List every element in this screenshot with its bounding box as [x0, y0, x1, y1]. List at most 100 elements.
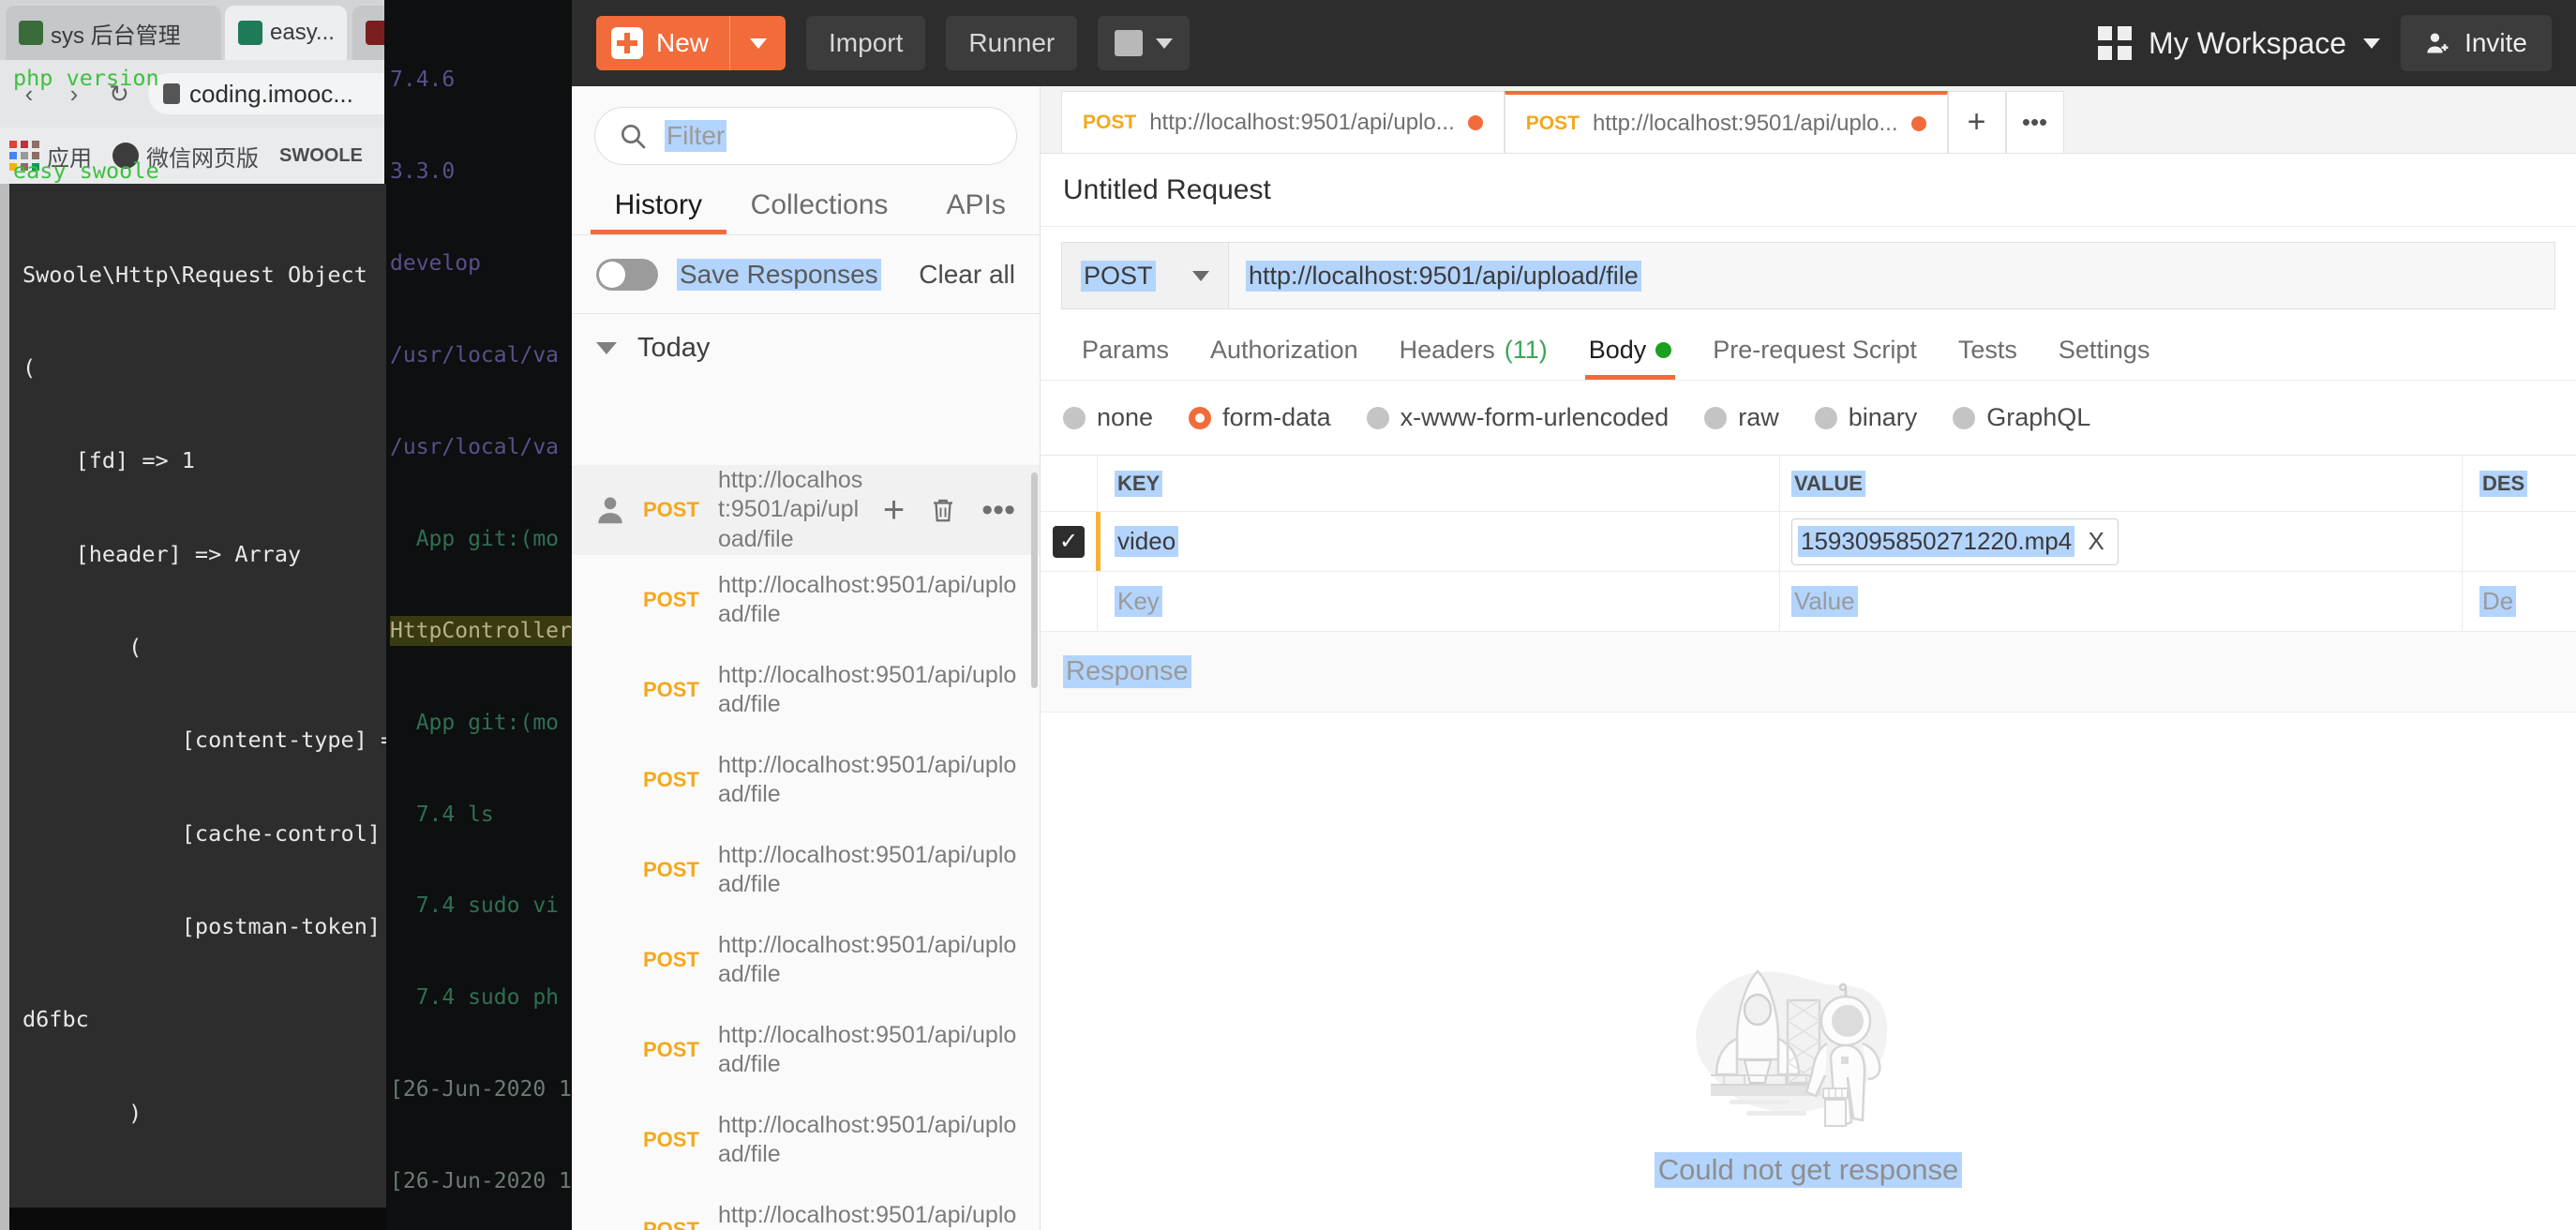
history-group-today[interactable]: Today: [572, 314, 1040, 382]
tab-label: Pre-request Script: [1713, 336, 1917, 364]
body-mode-label: GraphQL: [1986, 403, 2091, 431]
remove-file-button[interactable]: X: [2074, 527, 2118, 556]
history-list[interactable]: POST http://localhost:9501/api/upload/fi…: [572, 465, 1040, 1230]
history-method: POST: [643, 858, 699, 881]
runner-button[interactable]: Runner: [946, 16, 1078, 70]
body-mode-radios: none form-data x-www-form-urlencoded raw…: [1041, 381, 2576, 455]
new-tab-button[interactable]: +: [1947, 91, 2006, 153]
placeholder-value-cell[interactable]: Value: [1779, 572, 2462, 631]
placeholder-key-cell[interactable]: Key: [1097, 572, 1779, 631]
history-url: http://localhost:9501/api/upload/file: [718, 931, 1017, 988]
new-window-button[interactable]: [1098, 16, 1191, 70]
terminal-line: easy swoole: [13, 158, 159, 184]
filter-input[interactable]: Filter: [594, 107, 1017, 165]
sidebar-tab-history[interactable]: History: [591, 189, 726, 234]
response-empty-state: Could not get response: [1041, 935, 2576, 1230]
request-tab[interactable]: POST http://localhost:9501/api/uplo...: [1061, 91, 1505, 153]
body-mode-binary[interactable]: binary: [1814, 403, 1917, 432]
request-tab[interactable]: POST http://localhost:9501/api/uplo...: [1504, 91, 1948, 153]
history-item[interactable]: POST http://localhost:9501/api/upload/fi…: [572, 915, 1040, 1005]
row-description-cell[interactable]: [2462, 512, 2576, 571]
tab-more-options-button[interactable]: •••: [2005, 91, 2064, 153]
terminal-line: (: [22, 633, 142, 660]
main-panel: POST http://localhost:9501/api/uplo... P…: [1041, 86, 2576, 1230]
table-row[interactable]: ✓ video 1593095850271220.mp4 X: [1041, 512, 2576, 572]
request-tab-label: http://localhost:9501/api/uplo...: [1592, 111, 1898, 136]
history-item[interactable]: POST http://localhost:9501/api/upload/fi…: [572, 825, 1040, 915]
sidebar-tab-collections[interactable]: Collections: [726, 189, 913, 234]
row-key-cell[interactable]: video: [1097, 512, 1779, 571]
tab-tests[interactable]: Tests: [1938, 336, 2038, 380]
history-group-label: Today: [637, 332, 711, 363]
terminal-status-strip: [0, 1208, 386, 1230]
body-mode-urlencoded[interactable]: x-www-form-urlencoded: [1366, 403, 1669, 432]
method-selector[interactable]: POST: [1061, 242, 1228, 309]
placeholder-checkbox-cell[interactable]: [1041, 572, 1097, 631]
placeholder-key: Key: [1115, 586, 1162, 617]
column-header-key: KEY: [1115, 470, 1163, 497]
plus-icon: [611, 27, 643, 59]
terminal-header-lines: php version easy swoole develop/produce …: [13, 0, 388, 184]
new-button[interactable]: New: [596, 16, 786, 70]
headers-count: (11): [1504, 336, 1548, 364]
tab-label: Params: [1082, 336, 1170, 364]
new-dropdown-button[interactable]: [729, 16, 786, 70]
body-mode-form-data[interactable]: form-data: [1189, 403, 1331, 432]
chevron-down-icon: [1192, 270, 1209, 281]
history-method: POST: [643, 1218, 699, 1230]
chevron-down-icon: [1156, 38, 1174, 49]
workspace-selector[interactable]: My Workspace: [2098, 26, 2381, 61]
request-tab-method: POST: [1083, 111, 1137, 133]
runner-button-label: Runner: [968, 28, 1056, 57]
tab-pre-request-script[interactable]: Pre-request Script: [1692, 336, 1938, 380]
row-checkbox-cell[interactable]: ✓: [1041, 512, 1101, 571]
sidebar-tabs: History Collections APIs: [572, 165, 1040, 234]
request-title-row: Untitled Request: [1041, 154, 2576, 227]
request-tab-label: http://localhost:9501/api/uplo...: [1149, 109, 1455, 135]
postman-app: New Import Runner My Workspace Invite Fi…: [572, 0, 2576, 1230]
url-input[interactable]: http://localhost:9501/api/upload/file: [1228, 242, 2555, 309]
row-checkbox[interactable]: ✓: [1053, 525, 1085, 558]
tab-params[interactable]: Params: [1061, 336, 1190, 380]
filter-container: Filter: [572, 86, 1040, 165]
tab-authorization[interactable]: Authorization: [1190, 336, 1379, 380]
table-placeholder-row[interactable]: Key Value De: [1041, 572, 2576, 632]
sidebar-scrollbar[interactable]: [1031, 472, 1038, 688]
more-options-icon[interactable]: •••: [981, 494, 1015, 526]
history-url: http://localhost:9501/api/upload/file: [718, 751, 1017, 808]
terminal-line: php version: [13, 64, 159, 91]
history-item[interactable]: POST http://localhost:9501/api/upload/fi…: [572, 1185, 1040, 1230]
terminal-line: [fd] => 1: [22, 447, 195, 474]
body-mode-raw[interactable]: raw: [1704, 403, 1779, 432]
search-icon: [622, 125, 646, 149]
sidebar-tab-apis[interactable]: APIs: [912, 189, 1040, 234]
placeholder-description: De: [2479, 586, 2517, 617]
terminal-left-pane[interactable]: Swoole\Http\Request Object ( [fd] => 1 […: [0, 184, 386, 1208]
file-chip[interactable]: 1593095850271220.mp4 X: [1791, 518, 2119, 565]
add-to-collection-icon[interactable]: +: [883, 491, 905, 529]
history-url: http://localhost:9501/api/upload/file: [718, 1201, 1017, 1228]
invite-button[interactable]: Invite: [2401, 15, 2552, 71]
trash-icon[interactable]: [929, 494, 957, 526]
history-item[interactable]: POST http://localhost:9501/api/upload/fi…: [572, 735, 1040, 825]
body-mode-none[interactable]: none: [1063, 403, 1153, 432]
placeholder-description-cell[interactable]: De: [2462, 572, 2576, 631]
placeholder-value: Value: [1791, 586, 1858, 617]
tab-headers[interactable]: Headers (11): [1379, 336, 1568, 380]
history-item[interactable]: POST http://localhost:9501/api/upload/fi…: [572, 465, 1040, 555]
request-tab-method: POST: [1525, 112, 1580, 134]
history-item[interactable]: POST http://localhost:9501/api/upload/fi…: [572, 1005, 1040, 1095]
save-responses-toggle[interactable]: [596, 258, 658, 291]
terminal-line: d6fbc: [22, 1006, 89, 1033]
import-button[interactable]: Import: [806, 16, 926, 70]
tab-body[interactable]: Body: [1568, 336, 1693, 380]
row-value-cell[interactable]: 1593095850271220.mp4 X: [1779, 512, 2462, 571]
history-item[interactable]: POST http://localhost:9501/api/upload/fi…: [572, 555, 1040, 645]
history-item[interactable]: POST http://localhost:9501/api/upload/fi…: [572, 1095, 1040, 1185]
body-mode-graphql[interactable]: GraphQL: [1953, 403, 2090, 432]
request-title: Untitled Request: [1063, 173, 1271, 205]
tab-settings[interactable]: Settings: [2038, 336, 2171, 380]
clear-all-button[interactable]: Clear all: [919, 260, 1015, 290]
history-item[interactable]: POST http://localhost:9501/api/upload/fi…: [572, 645, 1040, 735]
unsaved-dot-icon: [1467, 114, 1483, 130]
